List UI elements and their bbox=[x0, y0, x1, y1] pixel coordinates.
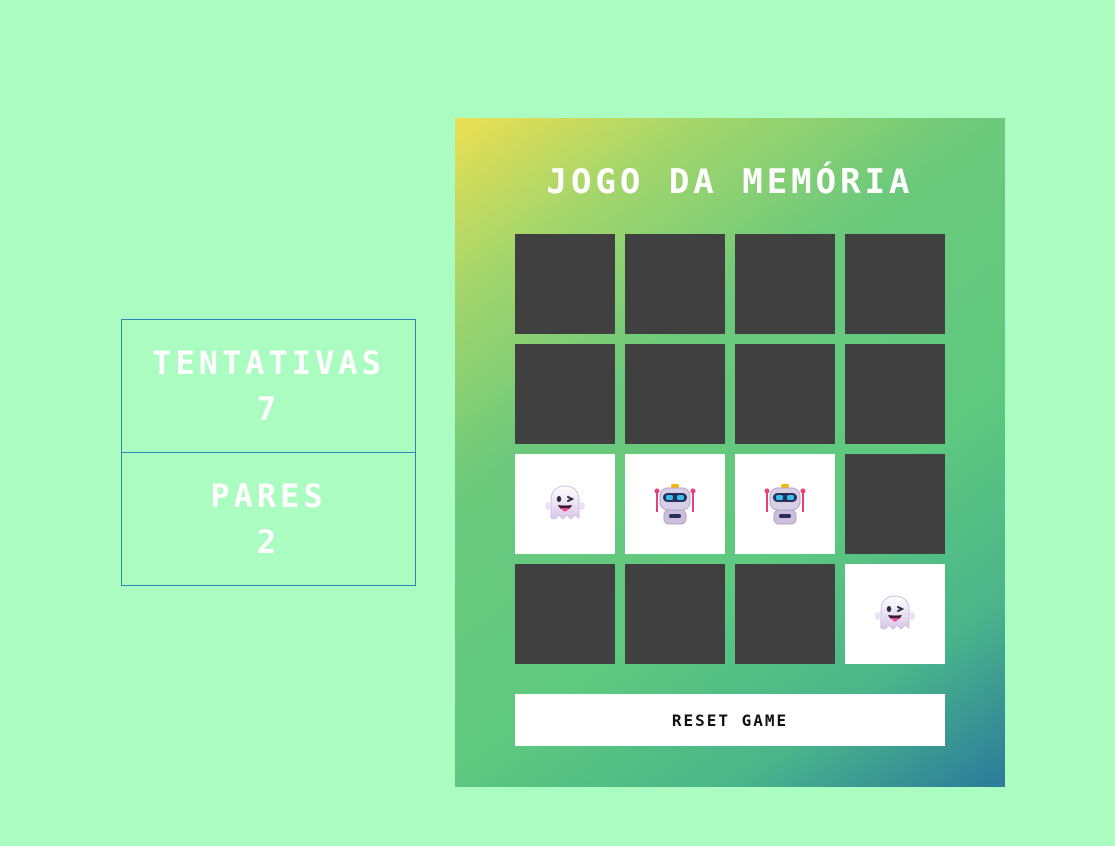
game-board: JOGO DA MEMÓRIA RESET GAME bbox=[455, 118, 1005, 787]
memory-card[interactable] bbox=[845, 234, 945, 334]
robot-icon bbox=[763, 482, 807, 526]
memory-card[interactable] bbox=[735, 234, 835, 334]
memory-card[interactable] bbox=[515, 564, 615, 664]
memory-card[interactable] bbox=[625, 564, 725, 664]
game-title: JOGO DA MEMÓRIA bbox=[546, 162, 914, 202]
pairs-label: PARES bbox=[210, 477, 327, 515]
ghost-icon bbox=[873, 592, 917, 636]
ghost-icon bbox=[543, 482, 587, 526]
pairs-value: 2 bbox=[256, 523, 281, 561]
reset-game-button[interactable]: RESET GAME bbox=[515, 694, 945, 746]
robot-icon bbox=[653, 482, 697, 526]
memory-card[interactable] bbox=[845, 564, 945, 664]
memory-card[interactable] bbox=[515, 344, 615, 444]
card-grid bbox=[515, 234, 945, 664]
memory-card[interactable] bbox=[625, 234, 725, 334]
memory-card[interactable] bbox=[735, 564, 835, 664]
memory-card[interactable] bbox=[515, 454, 615, 554]
memory-card[interactable] bbox=[735, 454, 835, 554]
memory-card[interactable] bbox=[845, 344, 945, 444]
attempts-stat: TENTATIVAS 7 bbox=[122, 320, 415, 452]
memory-card[interactable] bbox=[845, 454, 945, 554]
memory-card[interactable] bbox=[515, 234, 615, 334]
attempts-label: TENTATIVAS bbox=[152, 344, 385, 382]
pairs-stat: PARES 2 bbox=[122, 452, 415, 585]
attempts-value: 7 bbox=[256, 390, 281, 428]
memory-card[interactable] bbox=[625, 344, 725, 444]
memory-card[interactable] bbox=[735, 344, 835, 444]
memory-card[interactable] bbox=[625, 454, 725, 554]
stats-panel: TENTATIVAS 7 PARES 2 bbox=[121, 319, 416, 586]
